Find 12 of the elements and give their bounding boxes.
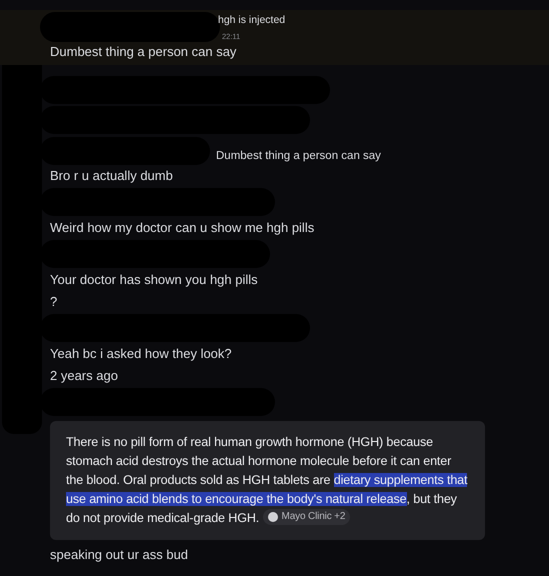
reply-preview: hgh is injected <box>218 13 286 28</box>
message-text: Bro r u actually dumb <box>50 167 173 185</box>
source-icon <box>268 512 278 522</box>
message-text: Dumbest thing a person can say <box>50 44 238 60</box>
message-text: speaking out ur ass bud <box>50 546 188 564</box>
message-text: 2 years ago <box>50 367 118 385</box>
message-text: Weird how my doctor can u show me hgh pills <box>50 219 314 237</box>
source-chip[interactable]: Mayo Clinic +2 <box>262 509 350 525</box>
message-text: ? <box>50 293 58 311</box>
message-text: Your doctor has shown you hgh pills <box>50 271 258 289</box>
message-text: Yeah bc i asked how they look? <box>50 345 232 363</box>
message-text: Dumbest thing a person can say <box>216 148 381 164</box>
